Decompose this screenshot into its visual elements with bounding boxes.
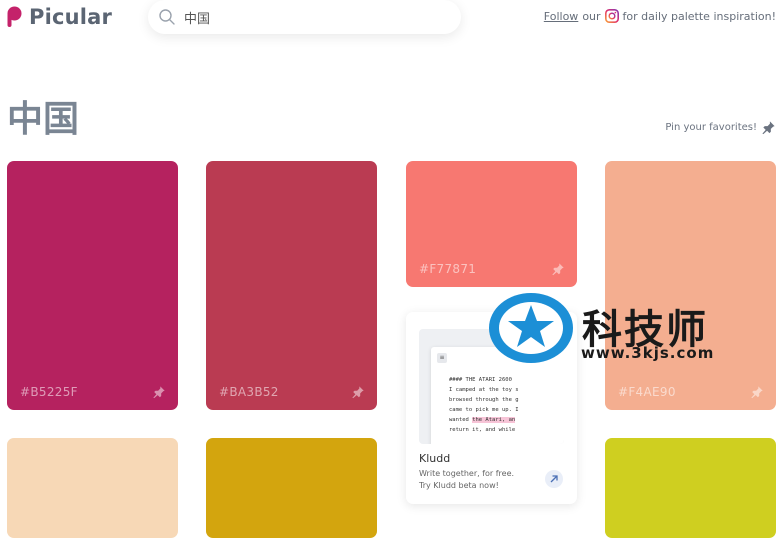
color-swatch[interactable] (605, 438, 776, 538)
picular-logo-icon (7, 6, 22, 27)
search-bar[interactable] (148, 0, 461, 34)
color-swatch[interactable]: #B5225F (7, 161, 178, 410)
pin-icon[interactable] (551, 262, 565, 276)
search-icon (159, 9, 175, 25)
pin-hint-text: Pin your favorites! (665, 122, 757, 133)
arrow-up-right-icon (550, 475, 558, 483)
page-title: 中国 (7, 99, 80, 140)
logo[interactable]: Picular (6, 5, 112, 29)
swatch-hex-label: #BA3B52 (219, 385, 279, 399)
color-swatch[interactable]: #F77871 (406, 161, 577, 287)
logo-text: Picular (29, 5, 113, 29)
document-icon: ≡ (437, 353, 447, 363)
follow-link[interactable]: Follow (544, 10, 579, 23)
color-swatch[interactable]: #F4AE90 (605, 161, 776, 410)
ad-title: Kludd (419, 452, 451, 465)
pin-icon (762, 121, 775, 135)
watermark: 科技师 www.3kjs.com (487, 293, 737, 363)
swatch-hex-label: #B5225F (20, 385, 78, 399)
follow-our-text: our (582, 9, 601, 23)
watermark-star-logo (489, 293, 573, 363)
pin-icon[interactable] (750, 385, 764, 399)
color-swatch[interactable]: #BA3B52 (206, 161, 377, 410)
swatch-hex-label: #F4AE90 (618, 385, 676, 399)
search-input[interactable] (184, 9, 424, 25)
pin-hint: Pin your favorites! (665, 120, 776, 135)
pin-icon[interactable] (152, 385, 166, 399)
watermark-url: www.3kjs.com (581, 344, 715, 362)
ad-description: Write together, for free. Try Kludd beta… (419, 469, 515, 490)
follow-banner: Follow our for daily palette inspiration… (544, 9, 776, 23)
ad-document-text: #### THE ATARI 2600 I camped at the toy … (449, 377, 519, 433)
color-swatch[interactable] (206, 438, 377, 538)
swatch-hex-label: #F77871 (419, 262, 477, 276)
instagram-icon[interactable] (604, 9, 619, 23)
external-link-button[interactable] (545, 470, 563, 488)
color-swatch[interactable] (7, 438, 178, 538)
pin-icon[interactable] (351, 385, 365, 399)
follow-suffix-text: for daily palette inspiration! (622, 9, 776, 23)
